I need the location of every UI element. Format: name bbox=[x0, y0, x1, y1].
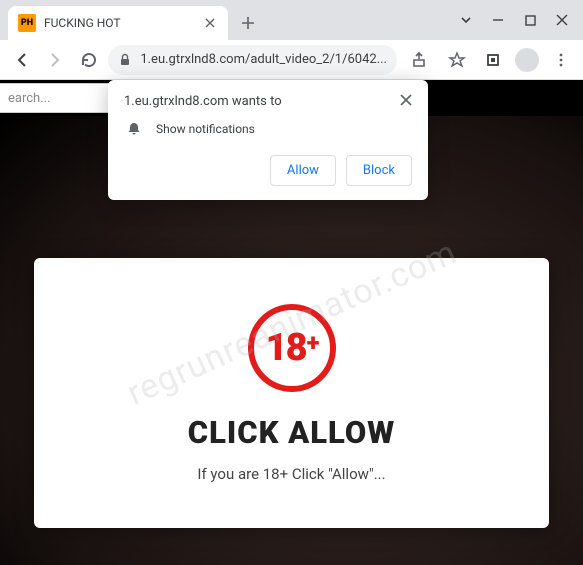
extensions-icon[interactable] bbox=[479, 46, 507, 74]
age-gate-card: 18+ CLICK ALLOW If you are 18+ Click "Al… bbox=[34, 258, 549, 528]
new-tab-button[interactable] bbox=[234, 9, 262, 37]
age-plus: + bbox=[307, 331, 318, 355]
age-number: 18 bbox=[266, 329, 306, 367]
age-badge-icon: 18+ bbox=[248, 304, 336, 392]
card-subtitle: If you are 18+ Click "Allow"... bbox=[197, 465, 385, 483]
notification-permission-popup: 1.eu.gtrxlnd8.com wants to Show notifica… bbox=[108, 80, 428, 200]
notification-site-text: 1.eu.gtrxlnd8.com wants to bbox=[124, 94, 282, 109]
notification-permission-label: Show notifications bbox=[156, 122, 255, 136]
allow-button[interactable]: Allow bbox=[270, 155, 336, 186]
forward-button[interactable] bbox=[41, 46, 68, 74]
bell-icon bbox=[126, 121, 142, 137]
lock-icon bbox=[118, 53, 132, 67]
back-button[interactable] bbox=[8, 46, 35, 74]
dropdown-icon[interactable] bbox=[459, 13, 473, 27]
browser-toolbar: 1.eu.gtrxlnd8.com/adult_video_2/1/6042..… bbox=[0, 40, 583, 80]
bookmark-icon[interactable] bbox=[443, 46, 471, 74]
titlebar: PH FUCKING HOT bbox=[0, 0, 583, 40]
url-text: 1.eu.gtrxlnd8.com/adult_video_2/1/6042..… bbox=[140, 52, 387, 67]
close-window-button[interactable] bbox=[555, 13, 569, 27]
browser-tab[interactable]: PH FUCKING HOT bbox=[8, 6, 228, 40]
favicon: PH bbox=[18, 14, 36, 32]
maximize-button[interactable] bbox=[523, 13, 537, 27]
address-bar[interactable]: 1.eu.gtrxlnd8.com/adult_video_2/1/6042..… bbox=[108, 45, 397, 75]
card-heading: CLICK ALLOW bbox=[188, 414, 396, 451]
notification-close-icon[interactable] bbox=[400, 94, 412, 106]
tab-close-icon[interactable] bbox=[202, 15, 218, 31]
reload-button[interactable] bbox=[75, 46, 102, 74]
menu-icon[interactable] bbox=[547, 46, 575, 74]
share-icon[interactable] bbox=[407, 46, 435, 74]
tab-title: FUCKING HOT bbox=[44, 16, 194, 30]
minimize-button[interactable] bbox=[491, 13, 505, 27]
block-button[interactable]: Block bbox=[346, 155, 412, 186]
profile-avatar[interactable] bbox=[515, 48, 539, 72]
window-controls bbox=[445, 0, 583, 40]
